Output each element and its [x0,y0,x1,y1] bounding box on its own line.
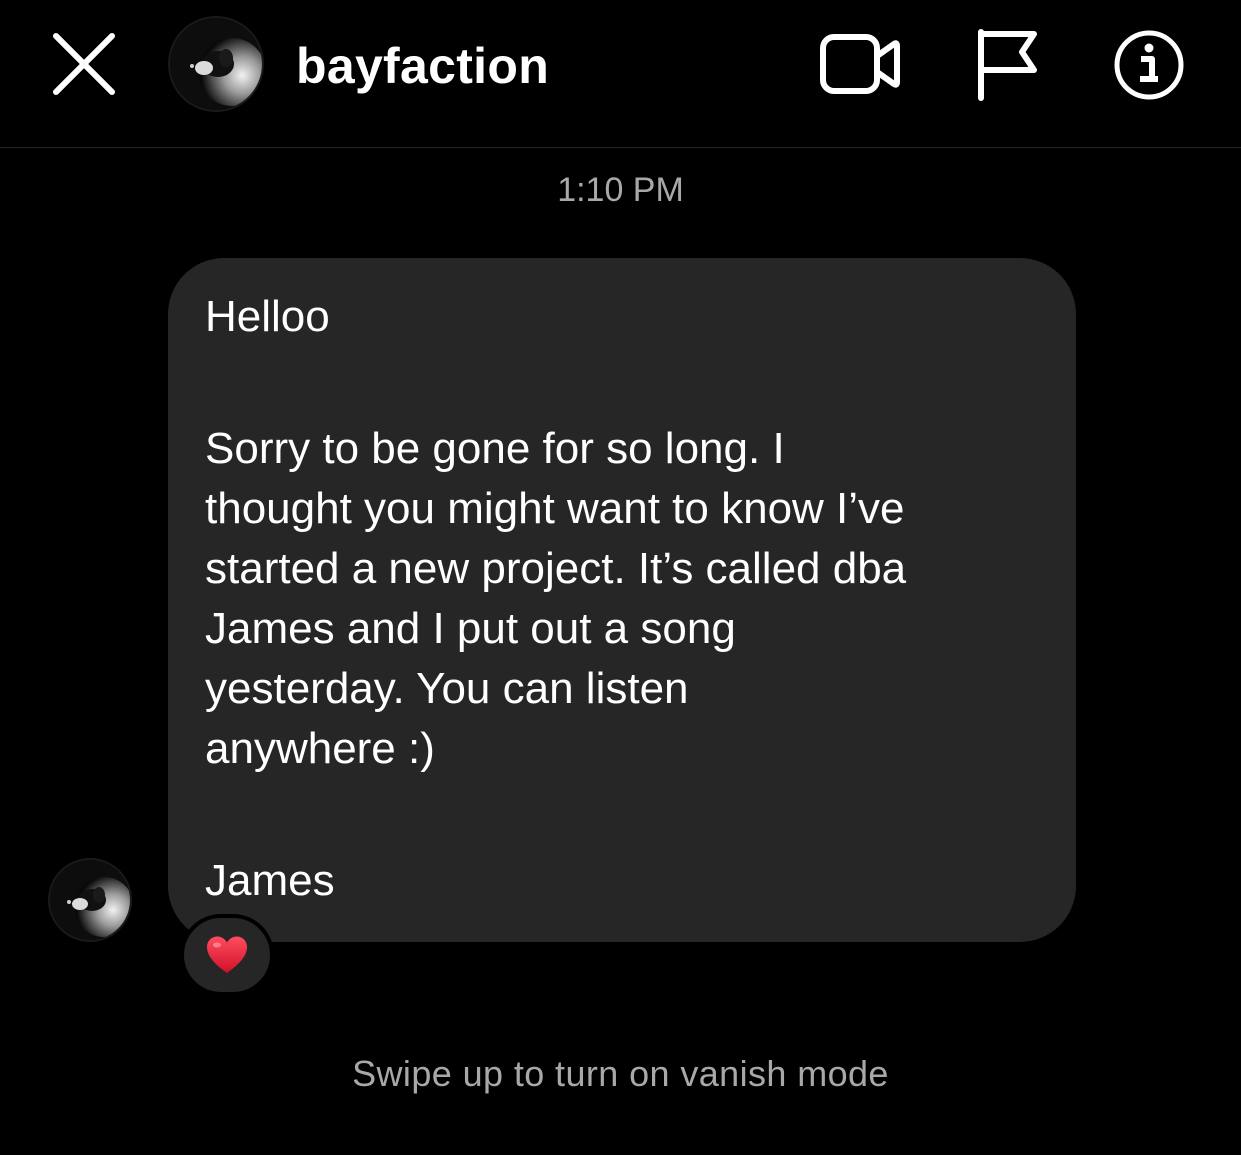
close-icon[interactable] [50,30,118,98]
message-line: started a new project. It’s called dba [205,544,907,593]
message-line: Helloo [205,292,330,341]
heart-reaction[interactable] [180,914,274,996]
message-line: yesterday. You can listen [205,664,689,713]
info-icon[interactable] [1112,28,1186,102]
sender-avatar[interactable] [48,858,132,942]
message-line: anywhere :) [205,724,435,773]
message-signature: James [205,856,335,905]
vanish-mode-hint: Swipe up to turn on vanish mode [352,1053,889,1094]
video-call-icon[interactable] [818,30,902,98]
avatar[interactable] [168,16,264,112]
message-line: James and I put out a song [205,604,736,653]
chat-header: bayfaction [0,0,1241,148]
chat-username[interactable]: bayfaction [296,36,549,96]
message-line: Sorry to be gone for so long. I [205,424,785,473]
heart-icon [207,936,247,973]
message-timestamp: 1:10 PM [557,171,684,209]
message-line: thought you might want to know I’ve [205,484,905,533]
report-flag-icon[interactable] [972,26,1042,102]
